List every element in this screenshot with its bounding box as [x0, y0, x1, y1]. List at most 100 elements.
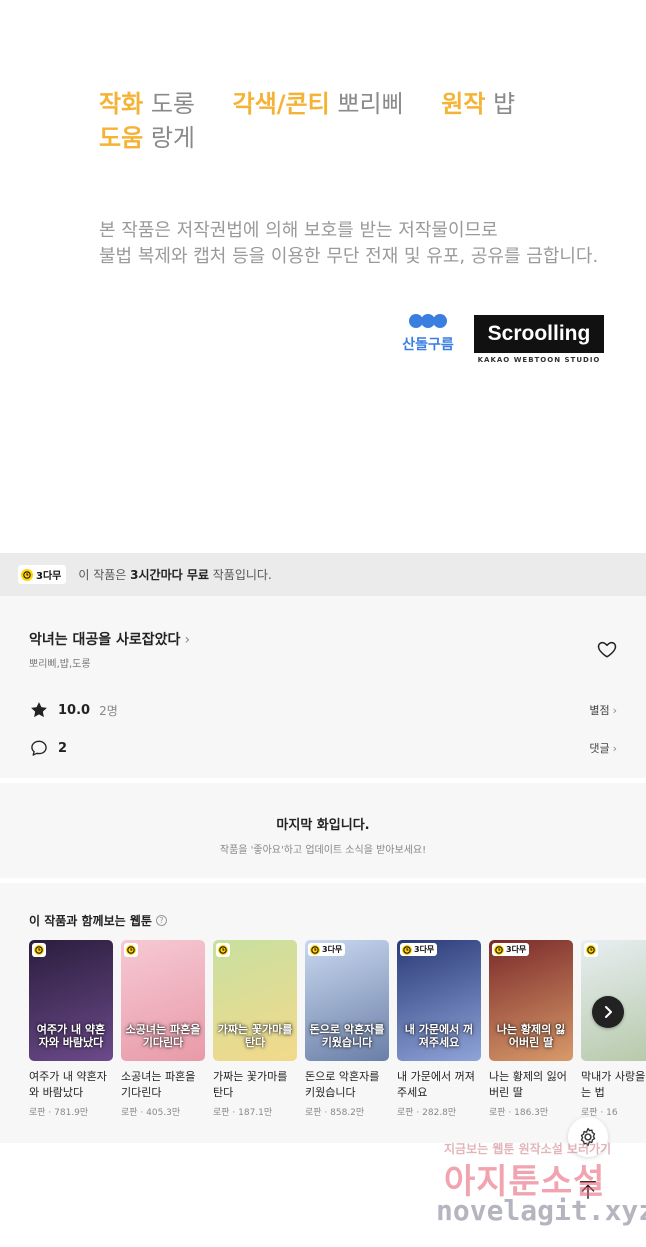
watermark: 지금보는 웹툰 원작소설 보러가기 아지툰소설 novelagit.xyz [430, 1136, 646, 1232]
scroll-top-button[interactable] [568, 1170, 608, 1210]
comment-link-label: 댓글 [589, 742, 610, 755]
recommendation-meta: 로판 · 282.8만 [397, 1108, 457, 1118]
wait-free-badge [124, 943, 138, 957]
recommendation-title: 나는 황제의 잃어버린 딸 [489, 1070, 567, 1099]
credits-panel: 작화 도롱 각색/콘티 뽀리삐 원작 뱝 도움 랑게 본 작품은 저작권법에 의… [0, 0, 646, 553]
rating-row: 10.0 2명 별점 › [29, 698, 617, 722]
recommendation-meta: 로판 · 186.3만 [489, 1108, 549, 1118]
work-title: 악녀는 대공을 사로잡았다 [29, 632, 181, 648]
recommendation-title: 막내가 사랑을 막는 법 [581, 1070, 646, 1099]
cover-title: 여주가 내 약혼자와 바람났다 [36, 1023, 106, 1049]
watermark-line-3: novelagit.xyz [436, 1194, 646, 1227]
settings-button[interactable] [568, 1117, 608, 1157]
recommendation-cover: 3다무 돈으로 악혼자를 키웠습니다 [305, 940, 389, 1061]
copyright-line-1: 본 작품은 저작권법에 의해 보호를 받는 저작물이므로 [99, 220, 498, 241]
credit-name-adaptation: 뽀리삐 [337, 90, 404, 118]
scroll-top-icon [579, 1181, 597, 1199]
credit-role-art: 작화 [99, 90, 144, 118]
recommendation-cover: 가짜는 꽃가마를 탄다 [213, 940, 297, 1061]
recommendation-cover: 소공녀는 파혼을 기다린다 [121, 940, 205, 1061]
last-episode-notice: 마지막 화입니다. 작품을 '좋아요'하고 업데이트 소식을 받아보세요! [0, 783, 646, 878]
clock-icon [494, 944, 504, 955]
comment-link[interactable]: 댓글 › [589, 740, 617, 756]
help-icon[interactable]: ? [155, 915, 167, 926]
credit-line-1: 작화 도롱 각색/콘티 뽀리삐 원작 뱝 [99, 88, 545, 120]
recommendation-title: 내 가문에서 꺼져주세요 [397, 1070, 475, 1099]
wait-free-badge [584, 943, 598, 957]
recommendations-title: 이 작품과 함께보는 웹툰 ? [29, 912, 167, 929]
recommendation-cover: 3다무나는 황제의 잃어버린 딸 [489, 940, 573, 1061]
cover-title: 나는 황제의 잃어버린 딸 [496, 1023, 566, 1049]
comment-count: 2 [58, 740, 68, 756]
free-info-text-post: 작품입니다. [208, 568, 272, 582]
credit-role-adaptation: 각색/콘티 [232, 90, 330, 118]
clock-icon [21, 568, 33, 581]
recommendation-card[interactable]: 여주가 내 약혼자와 바람났다 여주가 내 약혼자와 바람났다 로판 · 781.9… [29, 940, 115, 1118]
heart-outline-icon[interactable] [596, 638, 618, 660]
wait-free-badge [216, 943, 230, 957]
settings-icon [580, 1127, 596, 1147]
recommendation-meta: 로판 · 405.3만 [121, 1108, 181, 1118]
last-episode-subtitle: 작품을 '좋아요'하고 업데이트 소식을 받아보세요! [219, 845, 427, 856]
recommendation-meta: 로판 · 781.9만 [29, 1108, 89, 1118]
rating-count: 2명 [99, 703, 118, 718]
free-info-text-bold: 3시간마다 무료 [130, 568, 209, 582]
recommendations-title-text: 이 작품과 함께보는 웹툰 [29, 914, 152, 928]
rate-link-label: 별점 [589, 704, 610, 717]
credit-role-original: 원작 [441, 90, 486, 118]
work-info: 악녀는 대공을 사로잡았다 › 뽀리삐,뱝,도롱 10.0 2명 별점 › 2 댓글… [0, 596, 646, 778]
free-info-text: 이 작품은 3시간마다 무료 작품입니다. [78, 566, 271, 583]
copyright-line-2: 불법 복제와 캡처 등을 이용한 무단 전재 및 유포, 공유를 금합니다. [99, 246, 599, 267]
sandol-logo-label: 산돌구름 [402, 337, 454, 353]
wait-free-badge: 3다무 [18, 565, 67, 584]
credit-name-original: 뱝 [493, 90, 516, 118]
wait-free-badge: 3다무 [308, 943, 346, 956]
clock-icon [310, 944, 320, 955]
recommendation-card[interactable]: 가짜는 꽃가마를 탄다 가짜는 꽃가마를 탄다 로판 · 187.1만 [213, 940, 299, 1118]
clock-icon [34, 945, 44, 955]
recommendation-cover: 여주가 내 약혼자와 바람났다 [29, 940, 113, 1061]
free-info-bar: 3다무 이 작품은 3시간마다 무료 작품입니다. [0, 553, 646, 596]
wait-free-badge-label: 3다무 [414, 945, 435, 954]
recommendation-title: 돈으로 악혼자를 키웠습니다 [305, 1070, 380, 1099]
recommendation-meta: 로판 · 16 [581, 1108, 618, 1118]
clock-icon [402, 944, 412, 955]
work-title-link[interactable]: 악녀는 대공을 사로잡았다 › [29, 629, 190, 649]
star-icon [31, 702, 47, 718]
work-authors: 뽀리삐,뱝,도롱 [29, 659, 91, 670]
copyright-notice: 본 작품은 저작권법에 의해 보호를 받는 저작물이므로 불법 복제와 캡처 등… [99, 218, 598, 270]
carousel-next-button[interactable] [592, 996, 624, 1028]
wait-free-badge-label: 3다무 [506, 945, 527, 954]
recommendation-title: 가짜는 꽃가마를 탄다 [213, 1070, 288, 1099]
clock-icon [586, 945, 596, 955]
chevron-right-icon [605, 1006, 612, 1018]
chevron-right-icon: › [612, 704, 617, 717]
cover-title: 소공녀는 파혼을 기다린다 [125, 1023, 201, 1049]
comment-row: 2 댓글 › [29, 736, 617, 760]
chevron-right-icon: › [612, 742, 617, 755]
clock-icon [218, 945, 228, 955]
credit-line-2: 도움 랑게 [99, 122, 225, 154]
recommendation-cover: 3다무 내 가문에서 꺼져주세요 [397, 940, 481, 1061]
recommendation-card[interactable]: 3다무 나는 황제의 잃어버린 딸 나는 황제의 잃어버린 딸 로판 · 186.3만 [489, 940, 575, 1118]
wait-free-badge-label: 3다무 [322, 945, 343, 954]
recommendation-title: 여주가 내 약혼자와 바람났다 [29, 1070, 107, 1099]
recommendations: 이 작품과 함께보는 웹툰 ? 여주가 내 약혼자와 바람났다 여주가 내 약혼자… [0, 883, 646, 1143]
recommendation-meta: 로판 · 858.2만 [305, 1108, 365, 1118]
recommendation-card[interactable]: 3다무 내 가문에서 꺼져주세요내 가문에서 꺼져주세요로판 · 282.8만 [397, 940, 483, 1118]
recommendation-card[interactable]: 소공녀는 파혼을 기다린다 소공녀는 파혼을 기다린다 로판 · 405.3만 [121, 940, 207, 1118]
recommendation-card[interactable]: 3다무 돈으로 악혼자를 키웠습니다돈으로 악혼자를 키웠습니다로판 · 858.… [305, 940, 391, 1118]
last-episode-title: 마지막 화입니다. [276, 818, 370, 833]
scrolling-logo: Scroolling [474, 315, 604, 353]
rate-link[interactable]: 별점 › [589, 702, 617, 718]
free-info-text-pre: 이 작품은 [78, 568, 131, 582]
rating-score: 10.0 [58, 702, 91, 718]
credit-name-assist: 랑게 [150, 124, 195, 152]
recommendation-card[interactable]: 막내가 사랑을 막는 법로판 · 16 [581, 940, 646, 1118]
wait-free-badge-label: 3다무 [36, 571, 62, 582]
chevron-right-icon: › [184, 632, 191, 648]
sandol-logo: 산돌구름 [398, 314, 458, 358]
cover-title: 가짜는 꽃가마를 탄다 [217, 1023, 293, 1049]
comment-icon [31, 740, 47, 756]
wait-free-badge: 3다무 [492, 943, 530, 956]
